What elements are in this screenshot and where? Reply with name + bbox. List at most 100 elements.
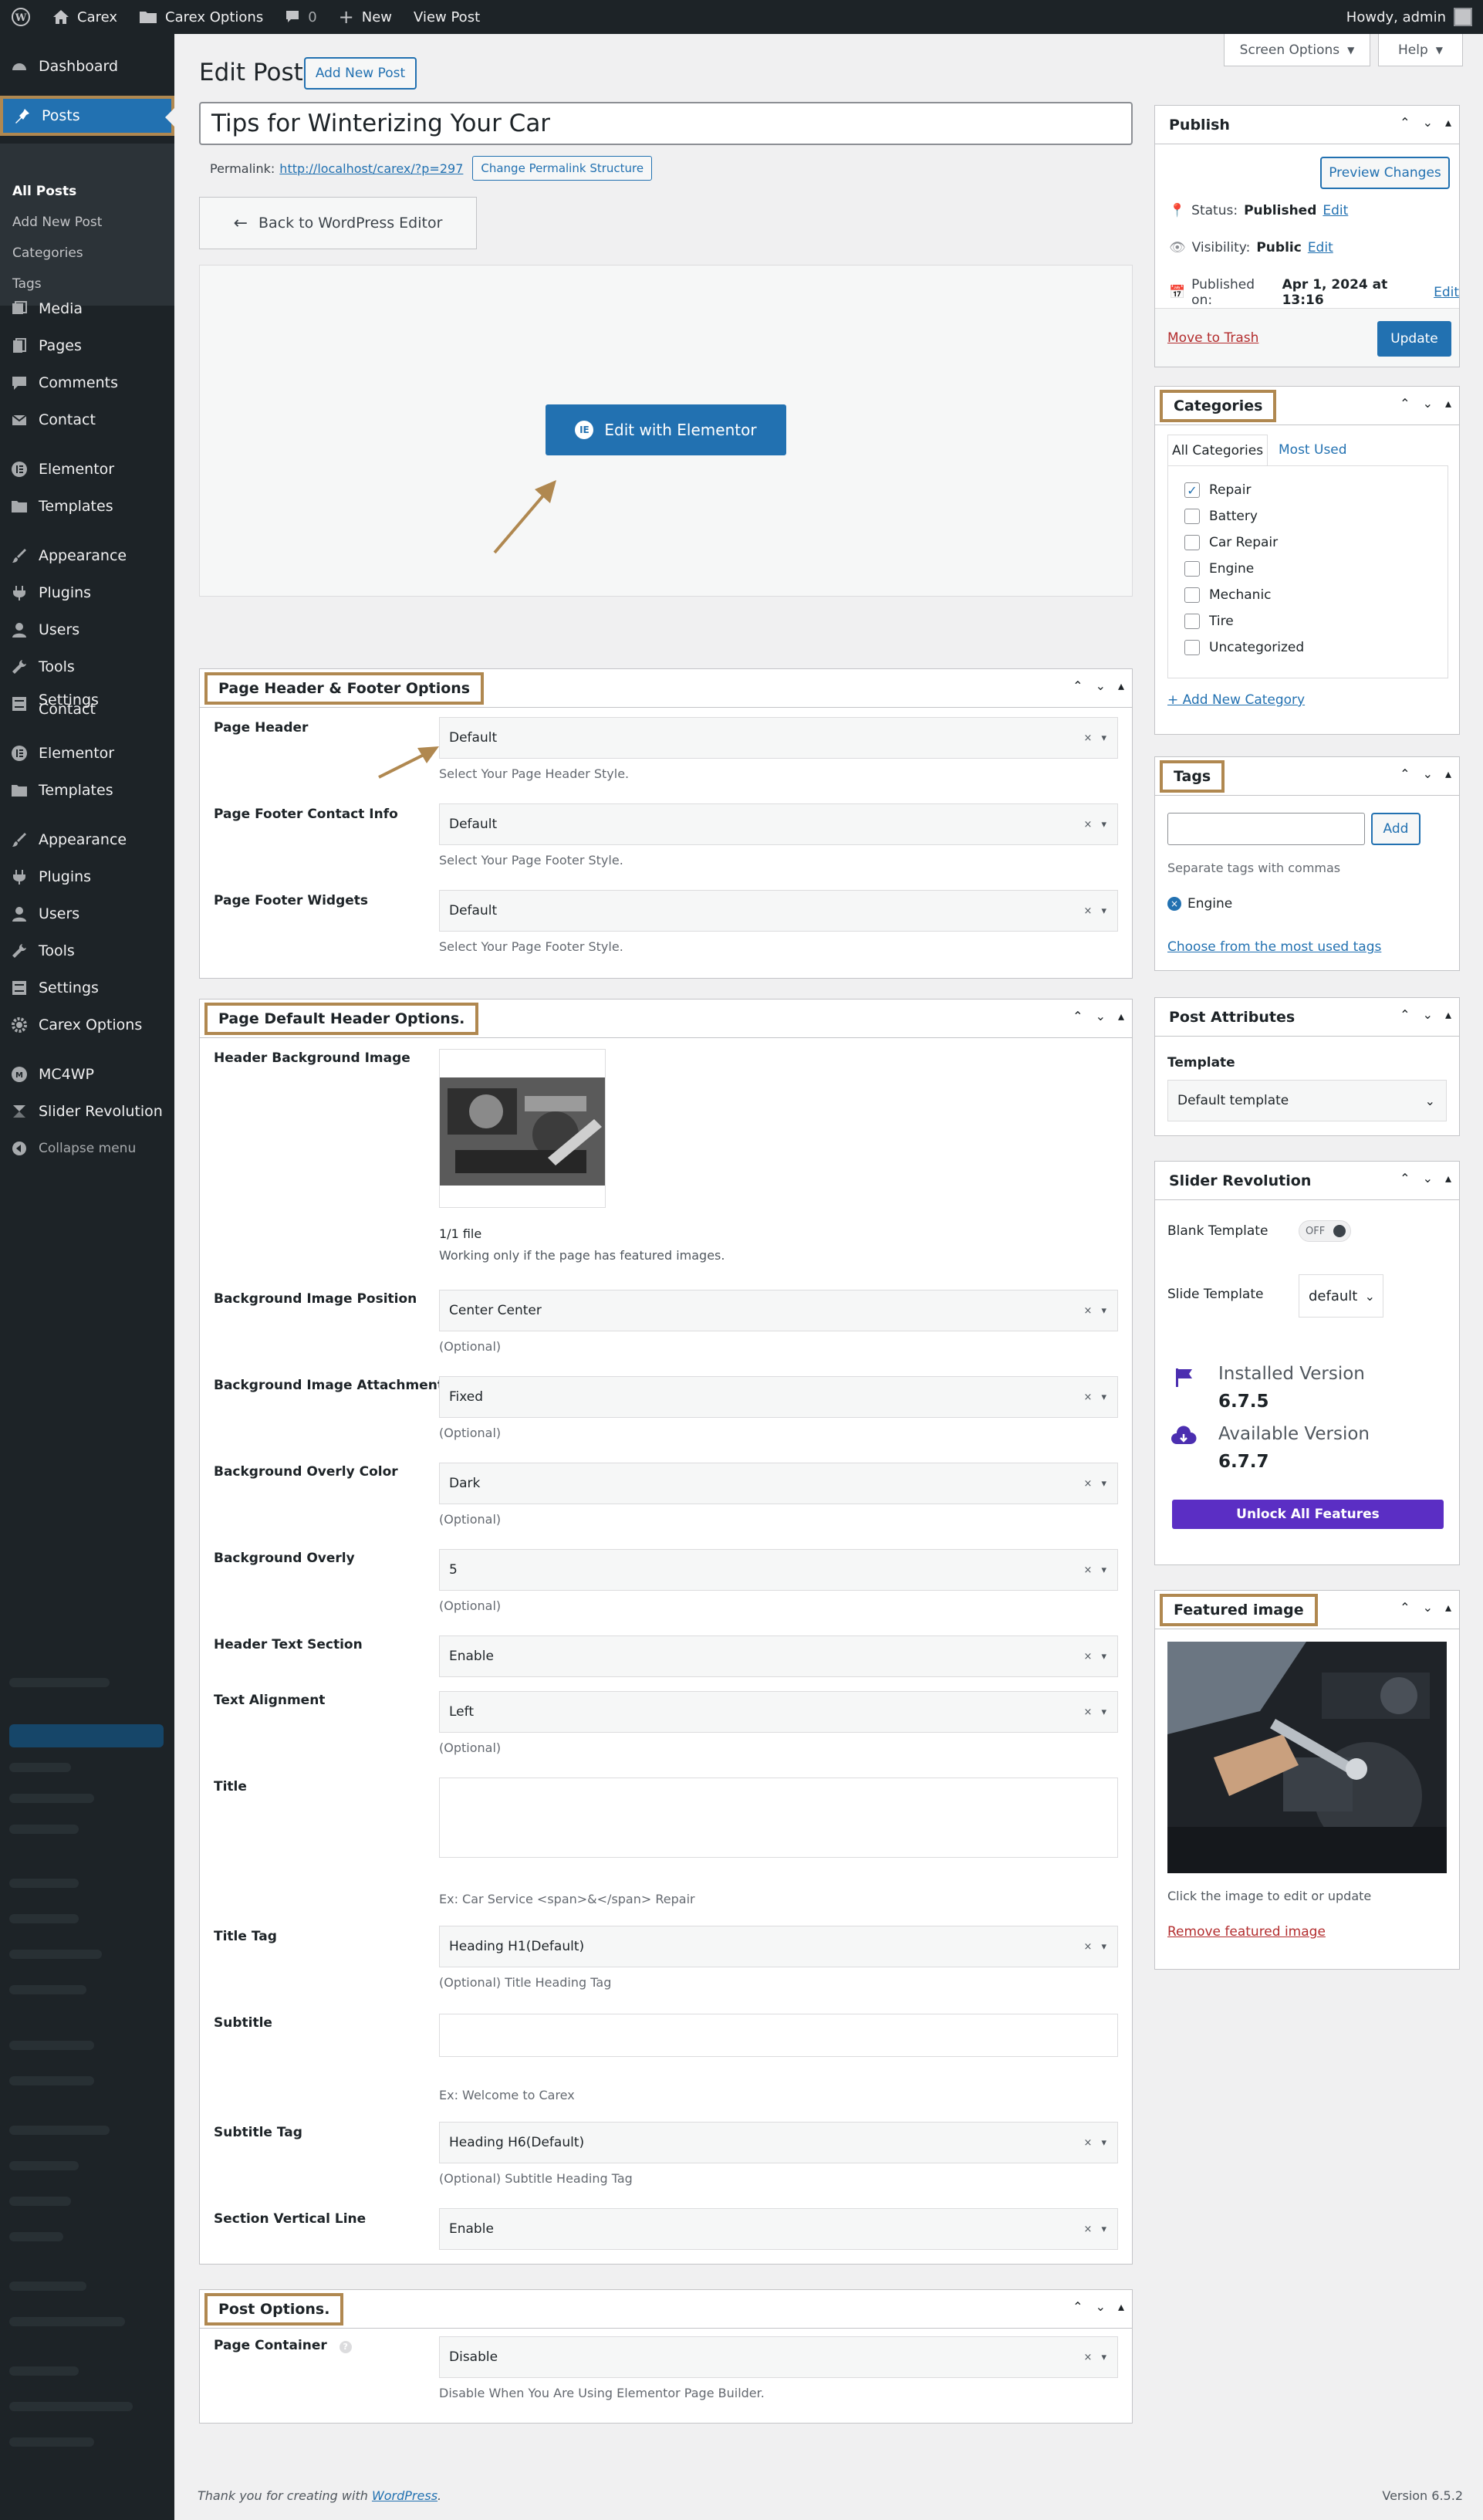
preview-changes-button[interactable]: Preview Changes — [1320, 157, 1450, 189]
sidebar-item-posts[interactable]: Posts — [0, 96, 174, 136]
sidebar-item-plugins[interactable]: Plugins — [0, 576, 174, 610]
sidebar-item-tools-2[interactable]: Tools — [0, 934, 174, 968]
subtitle-tag-select[interactable]: Heading H6(Default) × ▾ — [439, 2122, 1118, 2163]
chevron-down-icon[interactable]: ⌄ — [1423, 396, 1433, 411]
sidebar-item-dashboard[interactable]: Dashboard — [0, 49, 174, 83]
template-select[interactable]: Default template ⌄ — [1167, 1080, 1447, 1121]
chevron-up-icon[interactable]: ⌃ — [1400, 766, 1410, 781]
sidebar-item-elementor[interactable]: Elementor — [0, 452, 174, 486]
choose-tags-link[interactable]: Choose from the most used tags — [1167, 939, 1381, 955]
checkbox[interactable] — [1184, 614, 1200, 629]
chevron-up-icon[interactable]: ⌃ — [1400, 1171, 1410, 1186]
sidebar-item-slider-revolution[interactable]: Slider Revolution — [0, 1094, 174, 1128]
view-post-link[interactable]: View Post — [403, 0, 491, 34]
unlock-features-button[interactable]: Unlock All Features — [1172, 1500, 1444, 1529]
site-name-link[interactable]: Carex — [42, 0, 128, 34]
category-item[interactable]: Engine — [1184, 561, 1254, 577]
collapse-triangle-icon[interactable]: ▴ — [1445, 115, 1451, 130]
edit-status-link[interactable]: Edit — [1323, 203, 1348, 218]
chevron-up-icon[interactable]: ⌃ — [1400, 115, 1410, 130]
add-tag-button[interactable]: Add — [1371, 813, 1421, 845]
category-item[interactable]: Battery — [1184, 509, 1258, 524]
tab-all-categories[interactable]: All Categories — [1167, 435, 1268, 465]
add-new-category-link[interactable]: + Add New Category — [1167, 692, 1305, 708]
page-container-select[interactable]: Disable × ▾ — [439, 2336, 1118, 2378]
chevron-up-icon[interactable]: ⌃ — [1400, 396, 1410, 411]
screen-options-button[interactable]: Screen Options ▼ — [1224, 34, 1370, 66]
collapse-triangle-icon[interactable]: ▴ — [1118, 1009, 1124, 1023]
sidebar-item-templates[interactable]: Templates — [0, 489, 174, 523]
sidebar-item-templates-2[interactable]: Templates — [0, 773, 174, 807]
checkbox[interactable] — [1184, 561, 1200, 577]
collapse-triangle-icon[interactable]: ▴ — [1445, 396, 1451, 411]
chevron-down-icon[interactable]: ⌄ — [1423, 766, 1433, 781]
chevron-down-icon[interactable]: ⌄ — [1096, 2299, 1106, 2314]
change-permalink-button[interactable]: Change Permalink Structure — [472, 156, 653, 181]
sidebar-item-comments[interactable]: Comments — [0, 366, 174, 400]
edit-with-elementor-button[interactable]: IE Edit with Elementor — [546, 404, 786, 455]
wp-logo-menu[interactable]: W — [0, 0, 42, 34]
sidebar-sub-categories[interactable]: Categories — [12, 245, 83, 261]
sidebar-sub-all-posts[interactable]: All Posts — [12, 184, 76, 199]
category-item[interactable]: Uncategorized — [1184, 640, 1304, 655]
back-to-wordpress-editor-button[interactable]: ← Back to WordPress Editor — [199, 197, 477, 249]
chevron-down-icon[interactable]: ⌄ — [1423, 1600, 1433, 1615]
checkbox[interactable] — [1184, 509, 1200, 524]
checkbox[interactable] — [1184, 640, 1200, 655]
sidebar-item-settings[interactable]: Settings — [0, 971, 174, 1005]
checkbox[interactable] — [1184, 535, 1200, 550]
header-background-image[interactable] — [439, 1049, 606, 1208]
comments-link[interactable]: 0 — [274, 0, 327, 34]
background-attachment-select[interactable]: Fixed × ▾ — [439, 1376, 1118, 1418]
checkbox[interactable] — [1184, 587, 1200, 603]
collapse-triangle-icon[interactable]: ▴ — [1118, 678, 1124, 693]
featured-image-thumbnail[interactable] — [1167, 1642, 1447, 1873]
tab-most-used[interactable]: Most Used — [1279, 442, 1347, 458]
sidebar-item-users[interactable]: Users — [0, 613, 174, 647]
collapse-triangle-icon[interactable]: ▴ — [1118, 2299, 1124, 2314]
sidebar-item-media[interactable]: Media — [0, 292, 174, 326]
chevron-down-icon[interactable]: ⌄ — [1096, 678, 1106, 693]
category-item[interactable]: ✓ Repair — [1184, 482, 1251, 498]
chevron-up-icon[interactable]: ⌃ — [1400, 1600, 1410, 1615]
remove-featured-image-link[interactable]: Remove featured image — [1167, 1924, 1326, 1940]
account-menu[interactable]: Howdy, admin — [1336, 0, 1483, 34]
page-header-select[interactable]: Default × ▾ — [439, 717, 1118, 759]
chevron-up-icon[interactable]: ⌃ — [1073, 678, 1083, 693]
chevron-down-icon[interactable]: ⌄ — [1096, 1009, 1106, 1023]
slide-template-select[interactable]: default ⌄ — [1299, 1274, 1383, 1318]
category-item[interactable]: Mechanic — [1184, 587, 1272, 603]
background-position-select[interactable]: Center Center × ▾ — [439, 1290, 1118, 1331]
sidebar-item-mc4wp[interactable]: M MC4WP — [0, 1057, 174, 1091]
chevron-up-icon[interactable]: ⌃ — [1073, 2299, 1083, 2314]
category-item[interactable]: Tire — [1184, 614, 1234, 629]
sidebar-item-settings-contact[interactable]: Settings Contact — [0, 687, 174, 721]
remove-tag-icon[interactable]: × — [1167, 897, 1181, 911]
post-title-input[interactable]: Tips for Winterizing Your Car — [199, 102, 1133, 145]
edit-date-link[interactable]: Edit — [1434, 285, 1459, 300]
wordpress-link[interactable]: WordPress — [372, 2488, 437, 2503]
sidebar-item-users-2[interactable]: Users — [0, 897, 174, 931]
sidebar-item-appearance-2[interactable]: Appearance — [0, 823, 174, 857]
sidebar-item-plugins-2[interactable]: Plugins — [0, 860, 174, 894]
chevron-up-icon[interactable]: ⌃ — [1073, 1009, 1083, 1023]
sidebar-item-pages[interactable]: Pages — [0, 329, 174, 363]
sidebar-item-carex-options[interactable]: Carex Options — [0, 1008, 174, 1042]
title-tag-select[interactable]: Heading H1(Default) × ▾ — [439, 1926, 1118, 1967]
category-item[interactable]: Car Repair — [1184, 535, 1278, 550]
subtitle-input[interactable] — [439, 2014, 1118, 2057]
overlay-select[interactable]: 5 × ▾ — [439, 1549, 1118, 1591]
edit-visibility-link[interactable]: Edit — [1308, 240, 1333, 255]
overlay-color-select[interactable]: Dark × ▾ — [439, 1463, 1118, 1504]
add-new-post-button[interactable]: Add New Post — [304, 57, 417, 90]
chevron-down-icon[interactable]: ⌄ — [1423, 1007, 1433, 1022]
sidebar-item-elementor-2[interactable]: Elementor — [0, 736, 174, 770]
help-button[interactable]: Help ▼ — [1378, 34, 1463, 66]
collapse-triangle-icon[interactable]: ▴ — [1445, 766, 1451, 781]
move-to-trash-link[interactable]: Move to Trash — [1167, 330, 1258, 346]
chevron-down-icon[interactable]: ⌄ — [1423, 115, 1433, 130]
checkbox-checked-icon[interactable]: ✓ — [1184, 482, 1200, 498]
new-content-link[interactable]: + New — [328, 0, 403, 34]
carex-options-link[interactable]: Carex Options — [128, 0, 274, 34]
sidebar-item-appearance[interactable]: Appearance — [0, 539, 174, 573]
